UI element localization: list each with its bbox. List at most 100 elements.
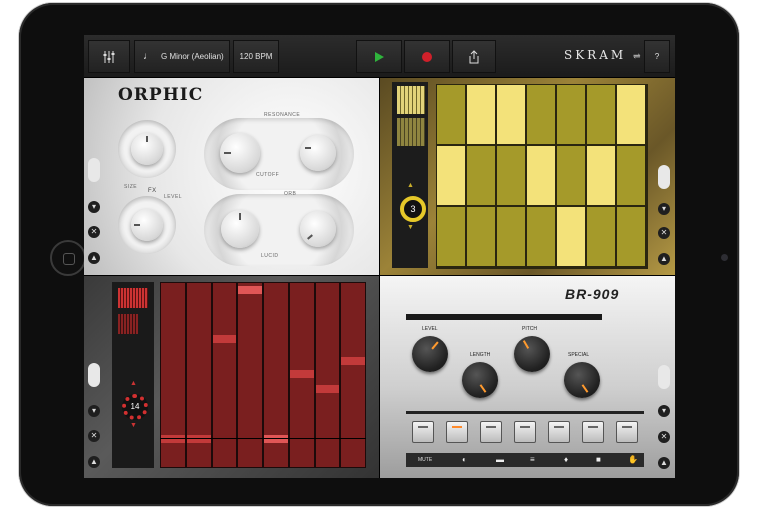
step-hit[interactable] bbox=[238, 285, 262, 294]
red-step-down-icon[interactable]: ▼ bbox=[130, 422, 137, 429]
size-knob[interactable] bbox=[131, 133, 163, 165]
cutoff-label: CUTOFF bbox=[256, 172, 280, 178]
step-cell[interactable] bbox=[467, 207, 495, 266]
orphic-volume-icon[interactable]: ▾ bbox=[88, 201, 100, 213]
step-hit[interactable] bbox=[289, 370, 314, 379]
record-button[interactable] bbox=[404, 40, 450, 73]
orb-label: ORB bbox=[284, 191, 297, 197]
sequencer-eject-icon[interactable]: ▲ bbox=[658, 253, 670, 265]
step-hit[interactable] bbox=[341, 357, 365, 366]
step-cell[interactable] bbox=[497, 85, 525, 144]
drum-pad[interactable] bbox=[412, 421, 434, 443]
step-cell[interactable] bbox=[557, 146, 585, 205]
drum-pad[interactable] bbox=[480, 421, 502, 443]
pattern-thumbnail-active[interactable] bbox=[397, 86, 425, 114]
step-cell[interactable] bbox=[437, 85, 465, 144]
step-cell[interactable] bbox=[587, 207, 615, 266]
br-special-knob[interactable] bbox=[564, 362, 600, 398]
drum-pad[interactable] bbox=[548, 421, 570, 443]
scale-selector[interactable]: ♩ G Minor (Aeolian) bbox=[134, 40, 230, 73]
br-length-label: LENGTH bbox=[470, 352, 491, 358]
tempo-button[interactable]: 120 BPM bbox=[233, 40, 279, 73]
mixer-button[interactable] bbox=[88, 40, 130, 73]
cymbal-voice-icon[interactable]: ♦ bbox=[564, 455, 568, 464]
br909-instrument-toggle[interactable] bbox=[658, 365, 670, 389]
lucid-knob[interactable] bbox=[221, 210, 259, 248]
step-column[interactable] bbox=[238, 283, 262, 467]
step-down-icon[interactable]: ▼ bbox=[407, 224, 414, 231]
step-hit[interactable] bbox=[315, 385, 340, 394]
step-cell[interactable] bbox=[437, 146, 465, 205]
drum-pad[interactable] bbox=[582, 421, 604, 443]
kick-voice-icon[interactable]: ◐ bbox=[462, 455, 467, 464]
step-cell[interactable] bbox=[437, 207, 465, 266]
size-label: SIZE bbox=[124, 184, 138, 190]
step-hit[interactable] bbox=[212, 335, 237, 344]
cowbell-voice-icon[interactable]: ■ bbox=[596, 455, 601, 464]
step-cell[interactable] bbox=[557, 85, 585, 144]
share-button[interactable] bbox=[452, 40, 496, 73]
yellow-step-sequencer: 3 ▲ ▼ bbox=[380, 78, 675, 275]
red-instrument-toggle[interactable] bbox=[88, 363, 100, 387]
step-cell[interactable] bbox=[467, 85, 495, 144]
orphic-eject-icon[interactable]: ▲ bbox=[88, 252, 100, 264]
red-close-icon[interactable]: ✕ bbox=[88, 430, 100, 442]
step-up-icon[interactable]: ▲ bbox=[407, 182, 414, 189]
step-cell[interactable] bbox=[497, 207, 525, 266]
step-column[interactable] bbox=[315, 283, 340, 467]
drum-pad[interactable] bbox=[616, 421, 638, 443]
orphic-instrument-toggle[interactable] bbox=[88, 158, 100, 182]
br-pitch-label: PITCH bbox=[522, 326, 537, 332]
red-step-count-dial[interactable]: 14 bbox=[122, 394, 148, 420]
red-pattern-thumbnail[interactable] bbox=[118, 314, 138, 334]
br909-eject-icon[interactable]: ▲ bbox=[658, 457, 670, 469]
drum-pad[interactable] bbox=[514, 421, 536, 443]
br909-voice-bar bbox=[406, 453, 644, 467]
home-button[interactable] bbox=[50, 240, 86, 276]
step-cell[interactable] bbox=[557, 207, 585, 266]
resonance-knob[interactable] bbox=[300, 135, 336, 171]
orphic-title: ORPHIC bbox=[118, 85, 204, 105]
step-count-dial[interactable]: 3 bbox=[400, 196, 426, 222]
step-cell[interactable] bbox=[587, 146, 615, 205]
sequencer-close-icon[interactable]: ✕ bbox=[658, 227, 670, 239]
br-level-knob[interactable] bbox=[412, 336, 448, 372]
step-cell[interactable] bbox=[587, 85, 615, 144]
step-column[interactable] bbox=[341, 283, 365, 467]
step-cell[interactable] bbox=[497, 146, 525, 205]
red-volume-icon[interactable]: ▾ bbox=[88, 405, 100, 417]
drum-pad[interactable] bbox=[446, 421, 468, 443]
fx-level-knob[interactable] bbox=[131, 209, 163, 241]
cutoff-knob[interactable] bbox=[220, 133, 260, 173]
pattern-thumbnail[interactable] bbox=[397, 118, 425, 146]
br-level-label: LEVEL bbox=[422, 326, 438, 332]
play-icon bbox=[375, 51, 384, 62]
step-cell[interactable] bbox=[527, 146, 555, 205]
sequencer-volume-icon[interactable]: ▾ bbox=[658, 203, 670, 215]
step-cell[interactable] bbox=[617, 207, 645, 266]
clap-voice-icon[interactable]: ✋ bbox=[628, 455, 638, 464]
red-step-grid bbox=[160, 282, 366, 468]
red-eject-icon[interactable]: ▲ bbox=[88, 456, 100, 468]
step-cell[interactable] bbox=[617, 146, 645, 205]
red-control-strip bbox=[112, 282, 154, 468]
orphic-close-icon[interactable]: ✕ bbox=[88, 226, 100, 238]
sequencer-instrument-toggle[interactable] bbox=[658, 165, 670, 189]
red-pattern-thumbnail-active[interactable] bbox=[118, 288, 148, 308]
hihat-voice-icon[interactable]: ≡ bbox=[530, 455, 535, 464]
step-cell[interactable] bbox=[527, 207, 555, 266]
step-cell[interactable] bbox=[467, 146, 495, 205]
red-step-up-icon[interactable]: ▲ bbox=[130, 380, 137, 387]
snare-voice-icon[interactable]: ▬ bbox=[496, 455, 504, 464]
step-cell[interactable] bbox=[527, 85, 555, 144]
br909-volume-icon[interactable]: ▾ bbox=[658, 405, 670, 417]
br-length-knob[interactable] bbox=[462, 362, 498, 398]
br-pitch-knob[interactable] bbox=[514, 336, 550, 372]
help-button[interactable]: ? bbox=[644, 40, 670, 73]
step-column[interactable] bbox=[212, 283, 237, 467]
step-cell[interactable] bbox=[617, 85, 645, 144]
play-button[interactable] bbox=[356, 40, 402, 73]
orb-knob[interactable] bbox=[300, 211, 336, 247]
br909-close-icon[interactable]: ✕ bbox=[658, 431, 670, 443]
mute-label[interactable]: MUTE bbox=[418, 457, 432, 463]
